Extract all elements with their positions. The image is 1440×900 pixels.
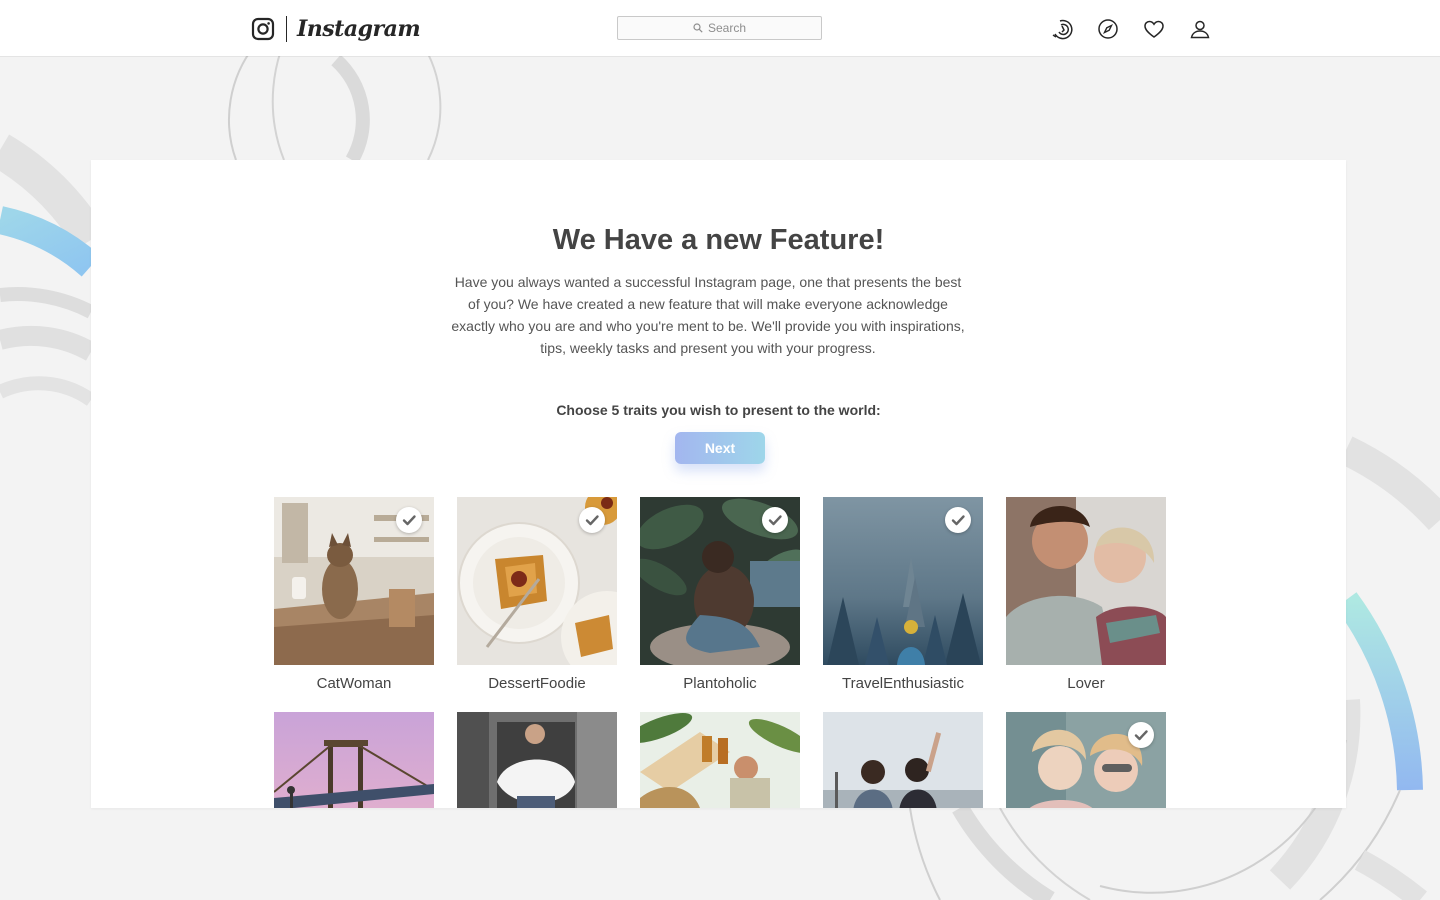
trait-label: TravelEnthusiastic: [842, 675, 964, 692]
trait-card-party[interactable]: [640, 712, 800, 808]
couple-photo: [1006, 497, 1166, 665]
trait-card-bridge[interactable]: [274, 712, 434, 808]
selected-check-icon[interactable]: [945, 507, 971, 533]
trait-label: CatWoman: [316, 675, 392, 692]
header-icon-nav: [1050, 17, 1212, 41]
fashion-photo: [457, 712, 617, 808]
profile-icon[interactable]: [1188, 17, 1212, 41]
trait-card-fashion[interactable]: [457, 712, 617, 808]
trait-image-couple: [1006, 497, 1166, 665]
trait-label: Plantoholic: [683, 675, 757, 692]
heart-icon[interactable]: [1142, 17, 1166, 41]
search-input[interactable]: Search: [617, 16, 822, 40]
trait-card-besties[interactable]: [1006, 712, 1166, 808]
selected-check-icon[interactable]: [1128, 722, 1154, 748]
trait-image-friends: [823, 712, 983, 808]
trait-card-travelenthusiastic[interactable]: TravelEnthusiastic: [823, 497, 983, 692]
trait-card-dessertfoodie[interactable]: DessertFoodie: [457, 497, 617, 692]
trait-label: DessertFoodie: [488, 675, 586, 692]
logo-divider: [286, 16, 287, 42]
trait-card-friends[interactable]: [823, 712, 983, 808]
bridge-photo: [274, 712, 434, 808]
feature-description: Have you always wanted a successful Inst…: [451, 274, 965, 356]
traits-prompt: Choose 5 traits you wish to present to t…: [556, 402, 881, 418]
trait-image-bridge: [274, 712, 434, 808]
trait-label: Lover: [1067, 675, 1105, 692]
compass-icon[interactable]: [1096, 17, 1120, 41]
instagram-logo[interactable]: Instagram: [251, 14, 421, 44]
next-button[interactable]: Next: [675, 432, 765, 464]
new-feature-card: We Have a new Feature! Have you always w…: [91, 160, 1346, 808]
activity-icon[interactable]: [1050, 17, 1074, 41]
selected-check-icon[interactable]: [396, 507, 422, 533]
trait-card-lover[interactable]: Lover: [1006, 497, 1166, 692]
feature-title: We Have a new Feature!: [552, 224, 885, 256]
search-placeholder: Search: [707, 21, 747, 35]
top-navigation-bar: Instagram Search: [0, 0, 1440, 56]
party-photo: [640, 712, 800, 808]
trait-image-party: [640, 712, 800, 808]
search-icon: [693, 23, 703, 33]
selected-check-icon[interactable]: [579, 507, 605, 533]
trait-card-catwoman[interactable]: CatWoman: [274, 497, 434, 692]
instagram-glyph-icon: [251, 17, 275, 41]
trait-card-plantoholic[interactable]: Plantoholic: [640, 497, 800, 692]
selected-check-icon[interactable]: [762, 507, 788, 533]
trait-image-fashion: [457, 712, 617, 808]
instagram-wordmark: Instagram: [297, 16, 421, 42]
friends-photo: [823, 712, 983, 808]
